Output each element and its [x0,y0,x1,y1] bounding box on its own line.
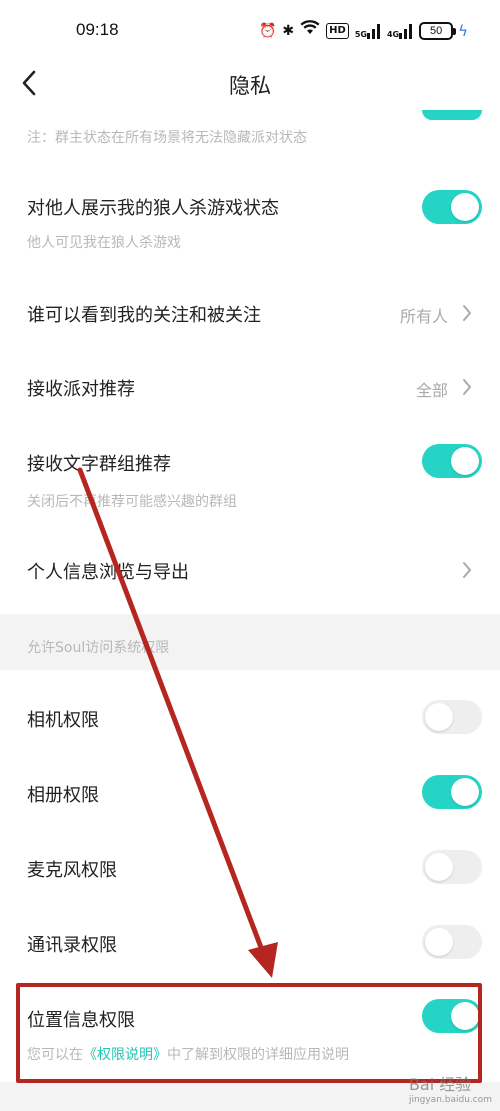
annotation-arrow [77,467,278,978]
watermark: Bai 经验 jingyan.baidu.com [408,1075,492,1105]
